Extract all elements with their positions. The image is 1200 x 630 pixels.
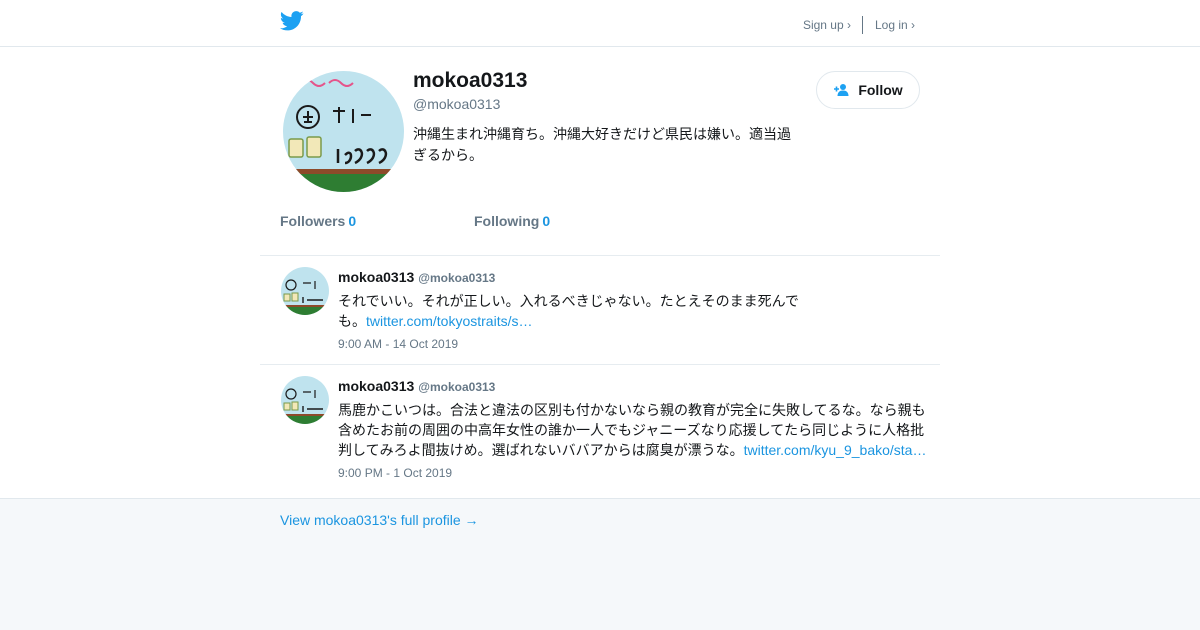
profile-handle: @mokoa0313 [413,96,501,112]
tweet[interactable]: mokoa0313 @mokoa0313 馬鹿かこいつは。合法と違法の区別も付かな… [260,365,940,499]
tweet-avatar[interactable] [281,376,329,424]
top-nav: Sign up › Log in › [803,16,915,34]
top-bar: Sign up › Log in › [0,0,1200,47]
profile-bio: 沖縄生まれ沖縄育ち。沖縄大好きだけど県民は嫌い。適当過ぎるから。 [413,126,791,163]
tweet-timestamp[interactable]: 9:00 PM - 1 Oct 2019 [338,466,452,480]
tweet-author-name[interactable]: mokoa0313 [338,378,414,394]
tweet-text: 馬鹿かこいつは。合法と違法の区別も付かないなら親の教育が完全に失敗してるな。なら… [338,400,933,460]
tweet[interactable]: mokoa0313 @mokoa0313 それでいい。それが正しい。入れるべきじゃ… [260,256,940,365]
following-label: Following [474,213,540,229]
tweet-text: それでいい。それが正しい。入れるべきじゃない。たとえそのまま死んでも。twitt… [338,291,808,331]
tweet-timestamp[interactable]: 9:00 AM - 14 Oct 2019 [338,337,458,351]
login-link[interactable]: Log in › [875,18,915,32]
tweet-link[interactable]: twitter.com/kyu_9_bako/sta… [744,442,927,458]
tweet-author: mokoa0313 @mokoa0313 [338,269,495,285]
following-count: 0 [542,213,551,229]
signup-link[interactable]: Sign up › [803,18,851,32]
profile-card: mokoa0313 @mokoa0313 沖縄生まれ沖縄育ち。沖縄大好きだけど県… [260,47,940,256]
following-stat[interactable]: Following 0 [474,213,550,229]
tweet-link[interactable]: twitter.com/tokyostraits/s… [366,313,532,329]
nav-divider [861,16,863,34]
followers-stat[interactable]: Followers 0 [280,213,356,229]
follow-label: Follow [858,82,903,98]
full-profile-link[interactable]: View mokoa0313's full profile → [280,512,479,528]
tweet-author: mokoa0313 @mokoa0313 [338,378,495,394]
twitter-bird-icon[interactable] [280,11,304,31]
tweet-avatar[interactable] [281,267,329,315]
followers-count: 0 [348,213,357,229]
tweet-author-handle[interactable]: @mokoa0313 [418,380,495,394]
tweet-author-name[interactable]: mokoa0313 [338,269,414,285]
footer: View mokoa0313's full profile → [0,498,1200,630]
tweet-author-handle[interactable]: @mokoa0313 [418,271,495,285]
profile-avatar[interactable] [283,71,404,192]
profile-name: mokoa0313 [413,69,528,92]
add-person-icon [834,84,849,96]
follow-button[interactable]: Follow [816,71,920,109]
followers-label: Followers [280,213,346,229]
